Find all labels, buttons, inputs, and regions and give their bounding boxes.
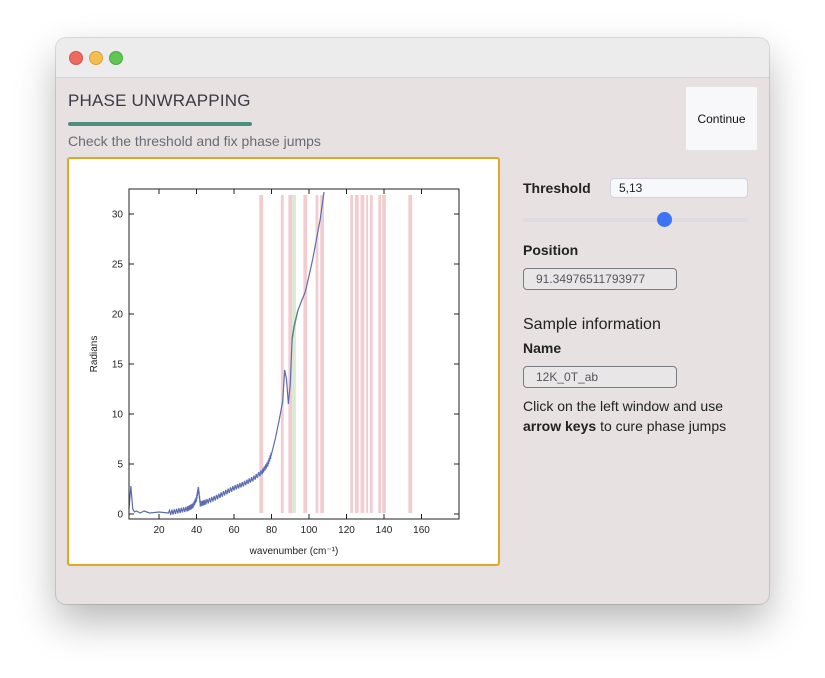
x-tick-label: 140 <box>376 525 393 536</box>
name-label: Name <box>523 340 562 356</box>
threshold-input[interactable] <box>610 178 748 198</box>
continue-button[interactable]: Continue <box>685 86 758 151</box>
selected-jump-band <box>292 195 296 513</box>
instructions-text: Click on the left window and use arrow k… <box>523 396 748 436</box>
y-tick-label: 15 <box>112 360 124 371</box>
x-tick-label: 100 <box>301 525 318 536</box>
x-tick-label: 40 <box>191 525 203 536</box>
y-tick-label: 20 <box>112 310 124 321</box>
page-subtitle: Check the threshold and fix phase jumps <box>68 133 321 149</box>
jump-band <box>408 195 413 513</box>
close-window-button[interactable] <box>69 51 83 65</box>
jump-band <box>366 195 369 513</box>
title-bar <box>56 38 769 78</box>
jump-band <box>354 195 359 513</box>
jump-band <box>382 195 386 513</box>
instructions-before: Click on the left window and use <box>523 398 723 414</box>
position-field[interactable] <box>523 268 677 290</box>
title-underline <box>68 122 252 126</box>
jump-band <box>259 195 264 513</box>
y-tick-label: 10 <box>112 410 124 421</box>
y-axis-label: Radians <box>89 336 100 373</box>
jump-band <box>378 195 382 513</box>
phase-chart[interactable]: 20 40 60 80 100 120 140 160 0 5 10 15 20 25 30 wavenumb… <box>69 159 498 564</box>
y-tick-label: 30 <box>112 210 124 221</box>
y-tick-label: 25 <box>112 260 124 271</box>
minimize-window-button[interactable] <box>89 51 103 65</box>
instructions-after: to cure phase jumps <box>600 418 727 434</box>
zoom-window-button[interactable] <box>109 51 123 65</box>
jump-band <box>350 195 354 513</box>
threshold-slider-knob[interactable] <box>657 212 673 227</box>
sample-info-heading: Sample information <box>523 316 661 333</box>
x-tick-label: 20 <box>153 525 165 536</box>
sample-name-field[interactable] <box>523 366 677 388</box>
app-window: PHASE UNWRAPPING Check the threshold and… <box>56 38 769 604</box>
page-title: PHASE UNWRAPPING <box>68 91 251 110</box>
x-tick-label: 60 <box>228 525 240 536</box>
x-axis-label: wavenumber (cm⁻¹) <box>249 546 339 557</box>
jump-band <box>280 195 284 513</box>
x-tick-label: 80 <box>266 525 278 536</box>
phase-plot-panel[interactable]: 20 40 60 80 100 120 140 160 0 5 10 15 20 25 30 wavenumb… <box>67 157 500 566</box>
instructions-bold: arrow keys <box>523 418 597 434</box>
jump-band <box>360 195 365 513</box>
y-tick-label: 5 <box>117 460 123 471</box>
y-tick-label: 0 <box>117 510 123 521</box>
x-tick-label: 120 <box>338 525 355 536</box>
x-tick-label: 160 <box>413 525 430 536</box>
jump-band <box>369 195 373 513</box>
threshold-label: Threshold <box>523 180 591 196</box>
jump-band <box>320 195 324 513</box>
position-label: Position <box>523 242 579 258</box>
threshold-slider[interactable] <box>523 218 748 222</box>
jump-band <box>303 195 308 513</box>
